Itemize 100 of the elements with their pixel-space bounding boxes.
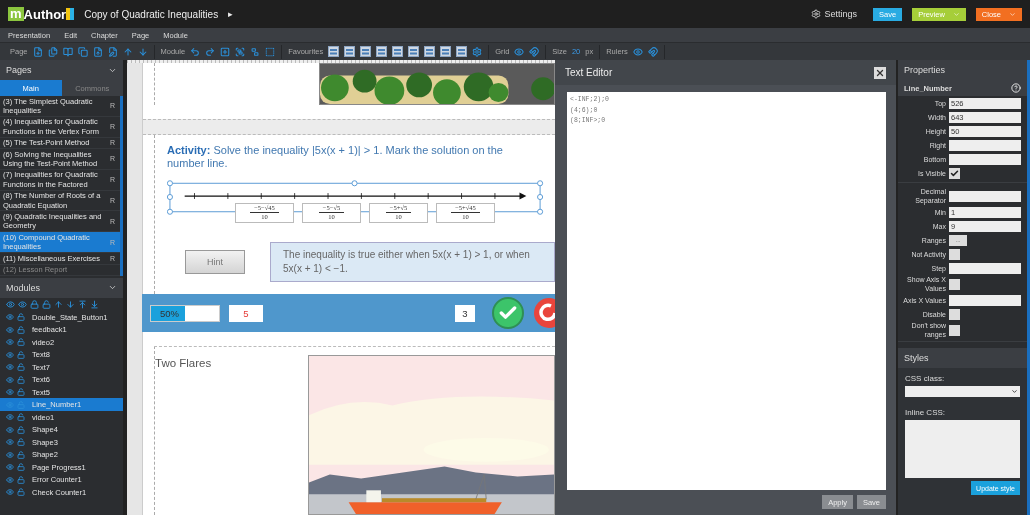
ungroup-icon[interactable] (250, 46, 261, 57)
unlock-icon[interactable] (17, 413, 25, 422)
help-icon[interactable] (1011, 83, 1021, 93)
eye-icon[interactable] (6, 413, 14, 422)
module-thumbnail-icon[interactable] (440, 46, 452, 57)
module-thumbnail-icon[interactable] (424, 46, 436, 57)
check-button[interactable] (492, 297, 524, 329)
panel-title: Properties (904, 65, 946, 75)
unlock-icon[interactable] (17, 388, 25, 397)
group-icon[interactable] (235, 46, 246, 57)
file-up-icon[interactable] (92, 46, 103, 57)
unlock-icon[interactable] (17, 338, 25, 347)
redo-icon[interactable] (205, 46, 216, 57)
property-field[interactable] (949, 294, 1021, 306)
square-plus-icon[interactable] (220, 46, 231, 57)
file-plus-icon[interactable] (32, 46, 43, 57)
property-field[interactable] (949, 190, 1021, 202)
checkbox[interactable] (949, 324, 960, 336)
module-thumbnail-icon[interactable] (376, 46, 388, 57)
unlock-icon[interactable] (17, 463, 25, 472)
eye-icon[interactable] (514, 46, 525, 57)
arrow-to-top-icon[interactable] (78, 299, 87, 309)
magnet-icon[interactable] (529, 46, 540, 57)
title-menu-arrow[interactable]: ▸ (228, 9, 234, 19)
arrow-up-icon[interactable] (54, 299, 63, 309)
hint-button[interactable]: Hint (185, 250, 245, 274)
unlock-icon[interactable] (17, 475, 25, 484)
unlock-icon[interactable] (17, 438, 25, 447)
property-field[interactable] (949, 262, 1021, 274)
checkbox[interactable] (949, 167, 960, 179)
eye-icon[interactable] (6, 425, 14, 434)
caret-icon (952, 10, 960, 18)
undo-icon[interactable] (190, 46, 201, 57)
eye-icon[interactable] (6, 488, 14, 497)
module-thumbnail-icon[interactable] (328, 46, 340, 57)
unlock-icon[interactable] (17, 350, 25, 359)
unlock-icon[interactable] (17, 425, 25, 434)
unlock-icon[interactable] (42, 299, 51, 309)
section-heading: Two Flares (155, 357, 213, 369)
presentation-title: Copy of Quadratic Inequalities (84, 8, 219, 20)
unlock-icon[interactable] (17, 375, 25, 384)
arrow-down-icon[interactable] (137, 46, 148, 57)
eye-icon[interactable] (632, 46, 643, 57)
arrow-up-icon[interactable] (122, 46, 133, 57)
eye-icon[interactable] (6, 450, 14, 459)
eye-icon[interactable] (6, 438, 14, 447)
module-thumbnail-icon[interactable] (360, 46, 372, 57)
files-icon[interactable] (47, 46, 58, 57)
eye-icon[interactable] (18, 299, 27, 309)
settings-button[interactable]: Settings (811, 9, 857, 19)
error-counter: 5 (229, 304, 263, 322)
arrow-down-icon[interactable] (66, 299, 75, 309)
unlock-icon[interactable] (17, 488, 25, 497)
settings-icon (811, 9, 822, 19)
activity-text: Activity: Solve the inequality |5x(x + 1)| > 1. Mark the solution on the number line. (167, 144, 504, 170)
dialog-title: Text Editor (565, 67, 613, 78)
eye-icon[interactable] (6, 363, 14, 372)
eye-icon[interactable] (6, 350, 14, 359)
book-icon[interactable] (62, 46, 73, 57)
eye-icon[interactable] (6, 463, 14, 472)
check-counter: 3 (455, 304, 475, 322)
eye-icon[interactable] (6, 475, 14, 484)
eye-icon[interactable] (6, 375, 14, 384)
file-edit-icon[interactable] (107, 46, 118, 57)
panel-title: Styles (904, 353, 929, 363)
field-label: Inline CSS: (905, 408, 947, 417)
checkbox[interactable] (949, 248, 960, 260)
module-thumbnail-icon[interactable] (344, 46, 356, 57)
eye-icon[interactable] (6, 388, 14, 397)
eye-icon[interactable] (6, 338, 14, 347)
lock-icon[interactable] (30, 299, 39, 309)
hint-text: The inequality is true either when 5x(x + 1) > 1, or when 5x(x + 1) < −1. (270, 242, 555, 282)
unlock-icon[interactable] (17, 313, 25, 322)
panel-title: Modules (6, 282, 41, 293)
module-thumbnail-icon[interactable] (408, 46, 420, 57)
copy-icon[interactable] (77, 46, 88, 57)
property-field[interactable] (949, 139, 1021, 151)
eye-icon[interactable] (6, 299, 15, 309)
unlock-icon[interactable] (17, 325, 25, 334)
module-thumbnail-icon[interactable] (456, 46, 468, 57)
dashed-square-icon[interactable] (265, 46, 276, 57)
unlock-icon[interactable] (17, 363, 25, 372)
checkbox[interactable] (949, 278, 960, 290)
magnet-icon[interactable] (647, 46, 658, 57)
caret-icon (1009, 10, 1016, 18)
progress-label: 50% (160, 307, 179, 319)
eye-icon[interactable] (6, 313, 14, 322)
checkbox[interactable] (949, 308, 960, 320)
close-button[interactable] (874, 66, 886, 79)
module-thumbnail-icon[interactable] (392, 46, 404, 57)
arrow-to-bottom-icon[interactable] (90, 299, 99, 309)
property-field[interactable] (949, 153, 1021, 165)
caret-icon (1011, 388, 1018, 395)
logo: m Author (8, 6, 75, 22)
field-label: CSS class: (905, 374, 946, 383)
unlock-icon[interactable] (17, 450, 25, 459)
eye-icon[interactable] (6, 325, 14, 334)
close-icon (875, 67, 885, 78)
settings-icon[interactable] (472, 46, 483, 57)
inline-css-field[interactable] (905, 420, 1020, 478)
